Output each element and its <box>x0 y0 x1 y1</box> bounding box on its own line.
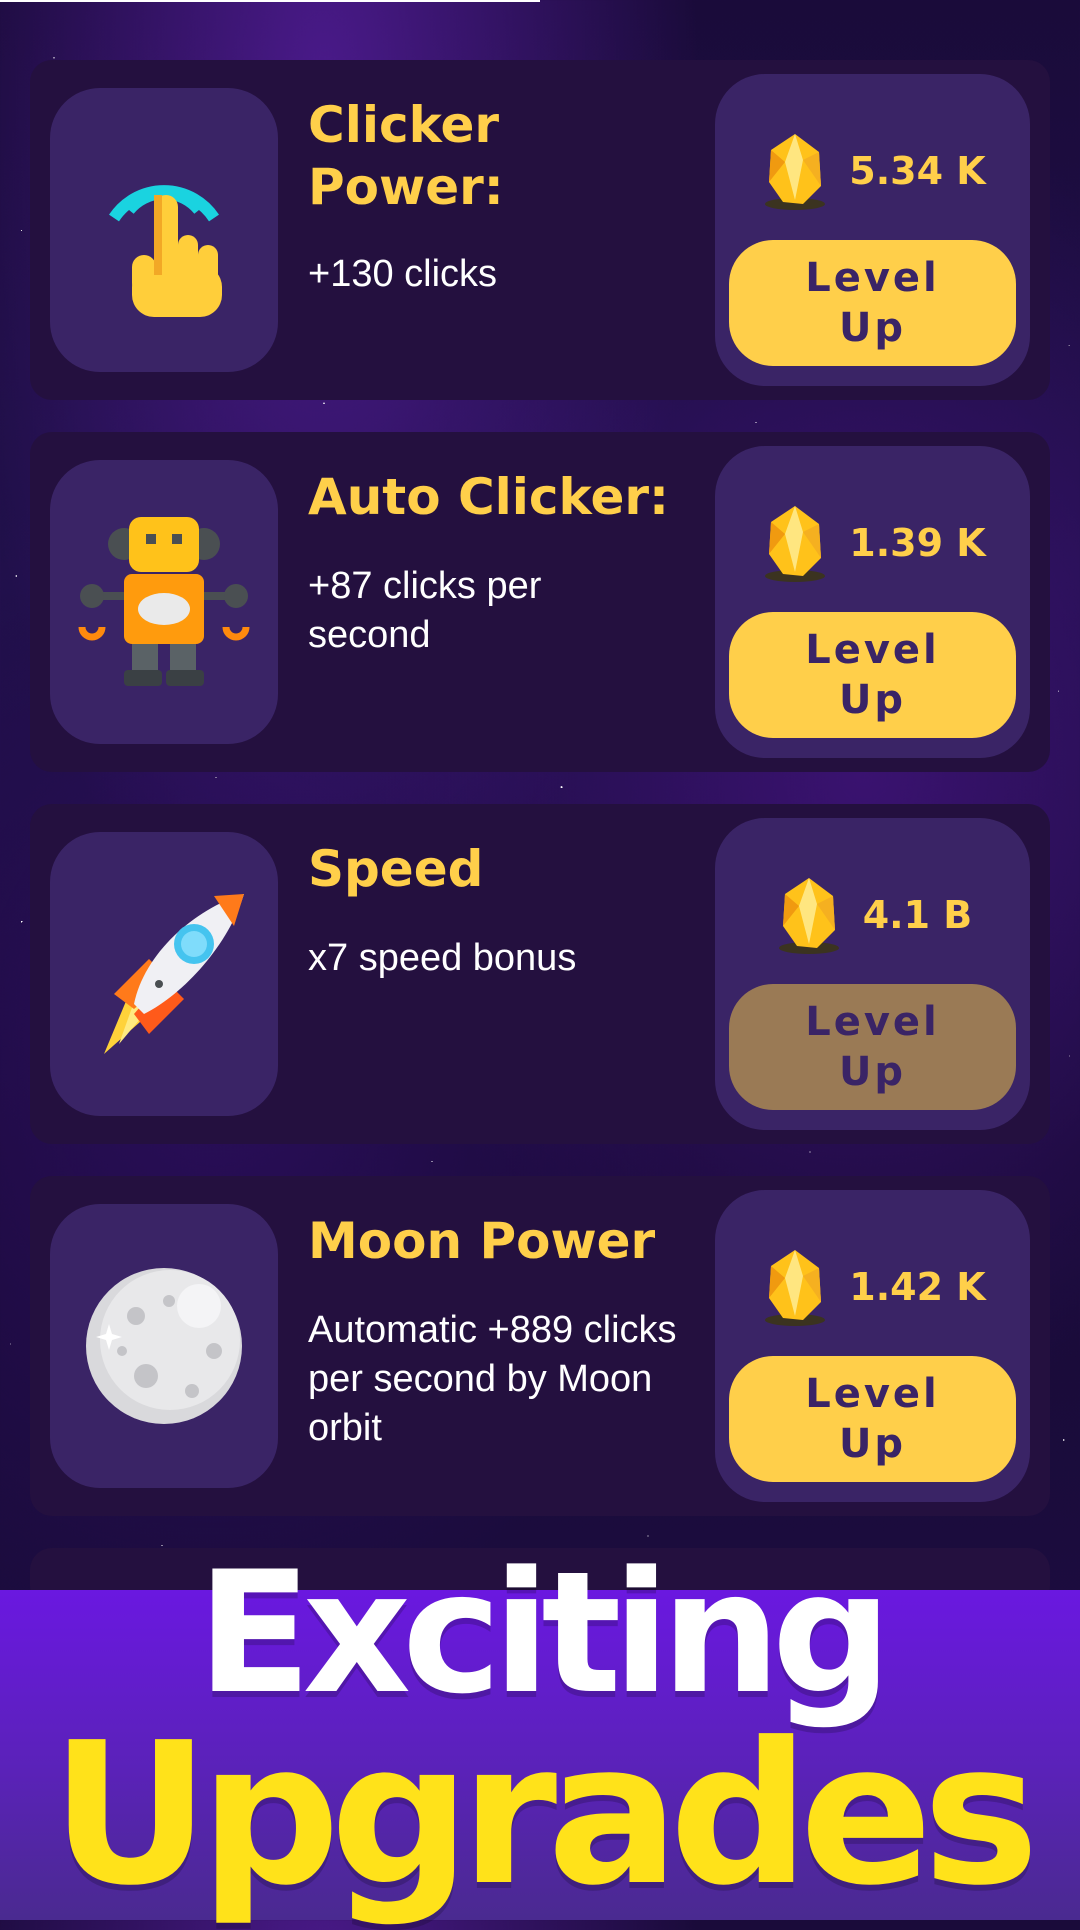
upgrade-price: 1.42 K <box>849 1265 986 1309</box>
crystal-gem-icon <box>765 134 826 210</box>
moon-icon <box>86 1268 242 1424</box>
upgrade-title: Speed <box>308 840 484 898</box>
upgrade-card-auto-clicker: Auto Clicker: +87 clicks per second 1.39… <box>30 432 1050 772</box>
upgrade-card-clicker-power: Clicker Power: +130 clicks 5.34 K Level … <box>30 60 1050 400</box>
upgrade-title: Moon Power <box>308 1212 656 1270</box>
robot-icon <box>78 517 250 686</box>
upgrade-card-moon-power: Moon Power Automatic +889 clicks per sec… <box>30 1176 1050 1516</box>
banner-title-line2: Upgrades <box>50 1701 1040 1929</box>
level-up-button[interactable]: Level Up <box>729 240 1016 366</box>
tap-hand-icon <box>109 185 222 317</box>
upgrade-buy-panel: 4.1 B Level Up <box>715 818 1030 1130</box>
top-progress-line <box>0 0 540 2</box>
upgrade-icon-box <box>50 1204 278 1488</box>
upgrade-price: 5.34 K <box>849 149 986 193</box>
upgrade-icon-box <box>50 460 278 744</box>
upgrade-card-speed: Speed x7 speed bonus 4.1 B Level Up <box>30 804 1050 1144</box>
upgrade-buy-panel: 1.42 K Level Up <box>715 1190 1030 1502</box>
upgrade-title: Auto Clicker: <box>308 468 670 526</box>
upgrade-buy-panel: 5.34 K Level Up <box>715 74 1030 386</box>
upgrade-description: +130 clicks <box>308 253 498 295</box>
upgrade-title: Clicker Power: <box>308 96 504 216</box>
upgrade-price: 4.1 B <box>862 893 973 937</box>
crystal-gem-icon <box>765 1250 826 1326</box>
upgrade-buy-panel: 1.39 K Level Up <box>715 446 1030 758</box>
upgrade-description: x7 speed bonus <box>308 937 577 979</box>
upgrade-description: Automatic +889 clicks per second by Moon… <box>308 1309 677 1449</box>
crystal-gem-icon <box>765 506 826 582</box>
upgrade-icon-box <box>50 88 278 372</box>
crystal-gem-icon <box>778 878 839 954</box>
upgrade-description: +87 clicks per second <box>308 565 542 656</box>
rocket-icon <box>104 894 244 1054</box>
level-up-button[interactable]: Level Up <box>729 1356 1016 1482</box>
level-up-button-disabled[interactable]: Level Up <box>729 984 1016 1110</box>
upgrade-price: 1.39 K <box>849 521 986 565</box>
level-up-button[interactable]: Level Up <box>729 612 1016 738</box>
upgrade-icon-box <box>50 832 278 1116</box>
